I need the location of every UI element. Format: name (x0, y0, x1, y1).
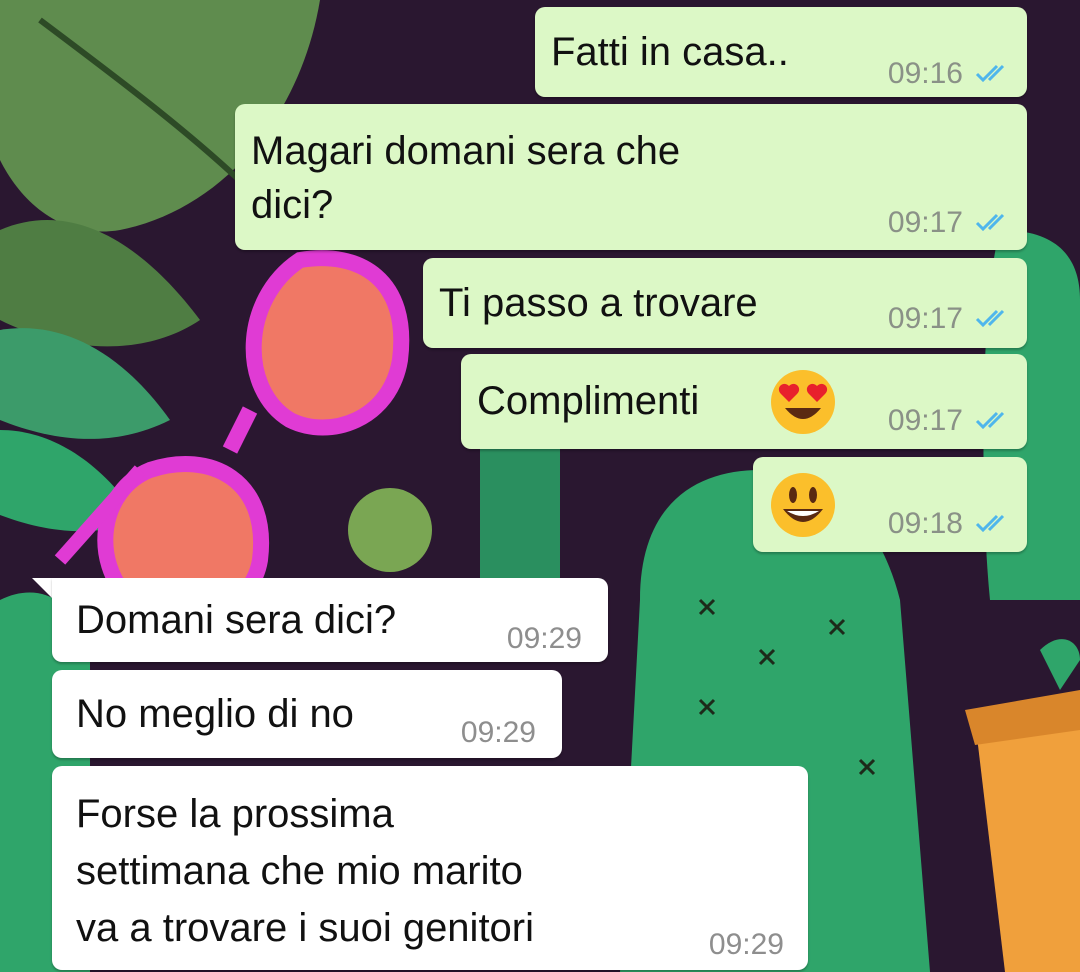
message-time: 09:17 (887, 302, 963, 335)
message-time: 09:16 (887, 57, 963, 90)
message-meta: 09:29 (461, 706, 536, 760)
read-ticks-icon (975, 411, 1005, 430)
message-meta: 09:17 (888, 292, 1013, 346)
message-meta: 09:17 (888, 196, 1013, 250)
message-meta: 09:17 (888, 394, 1013, 448)
read-ticks-icon (975, 64, 1005, 83)
message-text: Forse la prossima settimana che mio mari… (76, 792, 535, 950)
message-bubble-incoming[interactable]: No meglio di no 09:29 (52, 670, 562, 758)
heart-eyes-emoji-icon (771, 370, 835, 434)
bubble-tail (32, 578, 54, 600)
message-time: 09:18 (887, 507, 963, 540)
message-text: Complimenti (477, 379, 700, 423)
message-meta: 09:18 (888, 497, 1013, 551)
message-bubble-outgoing[interactable]: 09:18 (753, 457, 1027, 552)
read-ticks-icon (975, 309, 1005, 328)
message-bubble-incoming[interactable]: Domani sera dici? 09:29 (52, 578, 608, 662)
message-text: Ti passo a trovare (439, 281, 758, 325)
message-bubble-outgoing[interactable]: Complimenti 09:17 (461, 354, 1027, 449)
message-bubble-outgoing[interactable]: Fatti in casa.. 09:16 (535, 7, 1027, 97)
message-time: 09:17 (887, 404, 963, 437)
message-meta: 09:29 (507, 612, 582, 666)
message-time: 09:17 (887, 206, 963, 239)
message-meta: 09:29 (709, 918, 784, 972)
message-bubble-incoming[interactable]: Forse la prossima settimana che mio mari… (52, 766, 808, 970)
message-text: No meglio di no (76, 692, 354, 736)
message-bubble-outgoing[interactable]: Ti passo a trovare 09:17 (423, 258, 1027, 348)
message-time: 09:29 (506, 622, 582, 655)
grinning-emoji-icon (771, 473, 835, 537)
message-text: Domani sera dici? (76, 598, 397, 642)
message-bubble-outgoing[interactable]: Magari domani sera che dici? 09:17 (235, 104, 1027, 250)
read-ticks-icon (975, 213, 1005, 232)
read-ticks-icon (975, 514, 1005, 533)
message-time: 09:29 (708, 928, 784, 961)
message-time: 09:29 (460, 716, 536, 749)
message-text: Magari domani sera che dici? (251, 129, 681, 227)
message-meta: 09:16 (888, 47, 1013, 101)
message-text: Fatti in casa.. (551, 30, 789, 74)
